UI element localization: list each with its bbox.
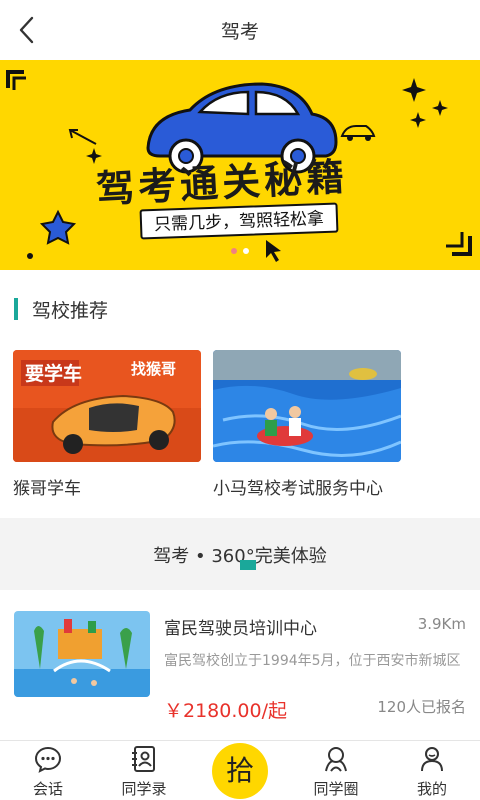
address-book-icon xyxy=(132,746,155,772)
aqua-park-image xyxy=(14,611,150,697)
section-heading: 驾校推荐 xyxy=(14,296,108,322)
section-title: 驾校推荐 xyxy=(32,299,109,322)
school-card-1[interactable]: 要学车 找猴哥 猴哥学车 xyxy=(13,350,201,499)
promo-banner[interactable]: 驾考通关秘籍 只需几步，驾照轻松拿 xyxy=(0,60,480,270)
carousel-indicator xyxy=(231,248,249,254)
tab-label: 会话 xyxy=(32,780,63,798)
tab-chat[interactable]: 会话 xyxy=(0,741,96,800)
school-card-image xyxy=(213,350,401,462)
band-indicator xyxy=(240,560,256,570)
listing-distance: 3.9Km xyxy=(417,615,466,633)
app-header: 驾考 xyxy=(0,0,480,60)
listing-signup-count: 120人已报名 xyxy=(377,698,466,716)
tab-moments[interactable]: 同学圈 xyxy=(288,741,384,800)
carousel-dot-2[interactable] xyxy=(243,248,249,254)
carousel-dot-1[interactable] xyxy=(231,248,237,254)
sports-car-image: 要学车 找猴哥 xyxy=(13,350,201,462)
school-card-image: 要学车 找猴哥 xyxy=(13,350,201,462)
moments-icon xyxy=(325,747,347,772)
school-name: 小马驾校考试服务中心 xyxy=(213,479,383,499)
tab-profile[interactable]: 我的 xyxy=(384,741,480,800)
tab-label: 同学圈 xyxy=(313,780,359,798)
school-name: 猴哥学车 xyxy=(13,479,81,499)
listing-name: 富民驾驶员培训中心 xyxy=(164,619,317,639)
water-park-image xyxy=(213,350,401,462)
section-accent-bar xyxy=(14,298,18,320)
school-listing[interactable]: 富民驾驶员培训中心 3.9Km 富民驾校创立于1994年5月，位于西安市新城区 … xyxy=(0,596,480,736)
listing-price: ￥2180.00/起 xyxy=(164,700,287,722)
tab-label: 我的 xyxy=(416,780,447,798)
page-title: 驾考 xyxy=(220,21,259,43)
card-badge-left: 要学车 xyxy=(25,362,82,385)
tab-classmates[interactable]: 同学录 xyxy=(96,741,192,800)
listing-description: 富民驾校创立于1994年5月，位于西安市新城区 xyxy=(164,653,461,669)
listing-image xyxy=(14,611,150,697)
chat-bubble-icon xyxy=(34,746,62,773)
card-badge-right: 找猴哥 xyxy=(131,360,176,378)
tab-label: 同学录 xyxy=(121,780,167,798)
profile-icon xyxy=(421,747,443,772)
center-action-button[interactable]: 拾 xyxy=(212,743,268,799)
promo-band: 驾考 • 360°完美体验 xyxy=(0,518,480,590)
school-card-2[interactable]: 小马驾校考试服务中心 xyxy=(213,350,401,499)
